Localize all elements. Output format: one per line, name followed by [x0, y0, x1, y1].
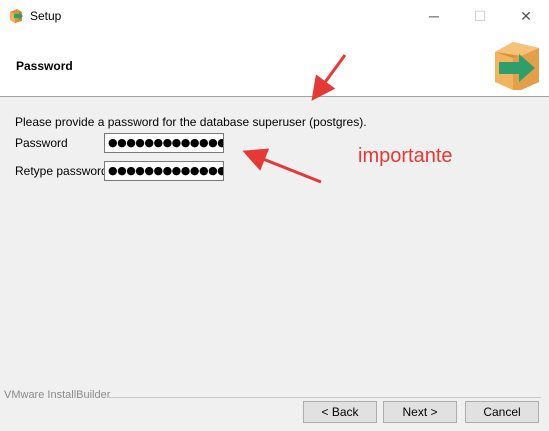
annotation-text: importante	[358, 145, 453, 167]
page-title: Password	[16, 59, 73, 73]
installer-box-arrow-icon	[495, 42, 539, 90]
intro-text: Please provide a password for the databa…	[15, 115, 367, 129]
minimize-button[interactable]: ─	[411, 0, 457, 32]
title-bar: Setup ─ ☐ ✕	[0, 0, 549, 32]
footer-divider	[108, 397, 541, 398]
back-button[interactable]: < Back	[303, 401, 377, 423]
retype-password-label: Retype password	[15, 164, 108, 178]
cancel-button[interactable]: Cancel	[465, 401, 539, 423]
window-title: Setup	[30, 9, 62, 23]
brand-label: VMware InstallBuilder	[4, 389, 111, 401]
wizard-header: Password	[0, 32, 549, 97]
wizard-content: Please provide a password for the databa…	[0, 97, 549, 431]
maximize-button[interactable]: ☐	[457, 0, 503, 32]
password-field[interactable]: ●●●●●●●●●●●●●	[104, 133, 224, 153]
installer-box-icon	[10, 9, 23, 23]
close-button[interactable]: ✕	[503, 0, 549, 32]
password-label: Password	[15, 136, 68, 150]
next-button[interactable]: Next >	[383, 401, 457, 423]
retype-password-field[interactable]: ●●●●●●●●●●●●●	[104, 161, 224, 181]
